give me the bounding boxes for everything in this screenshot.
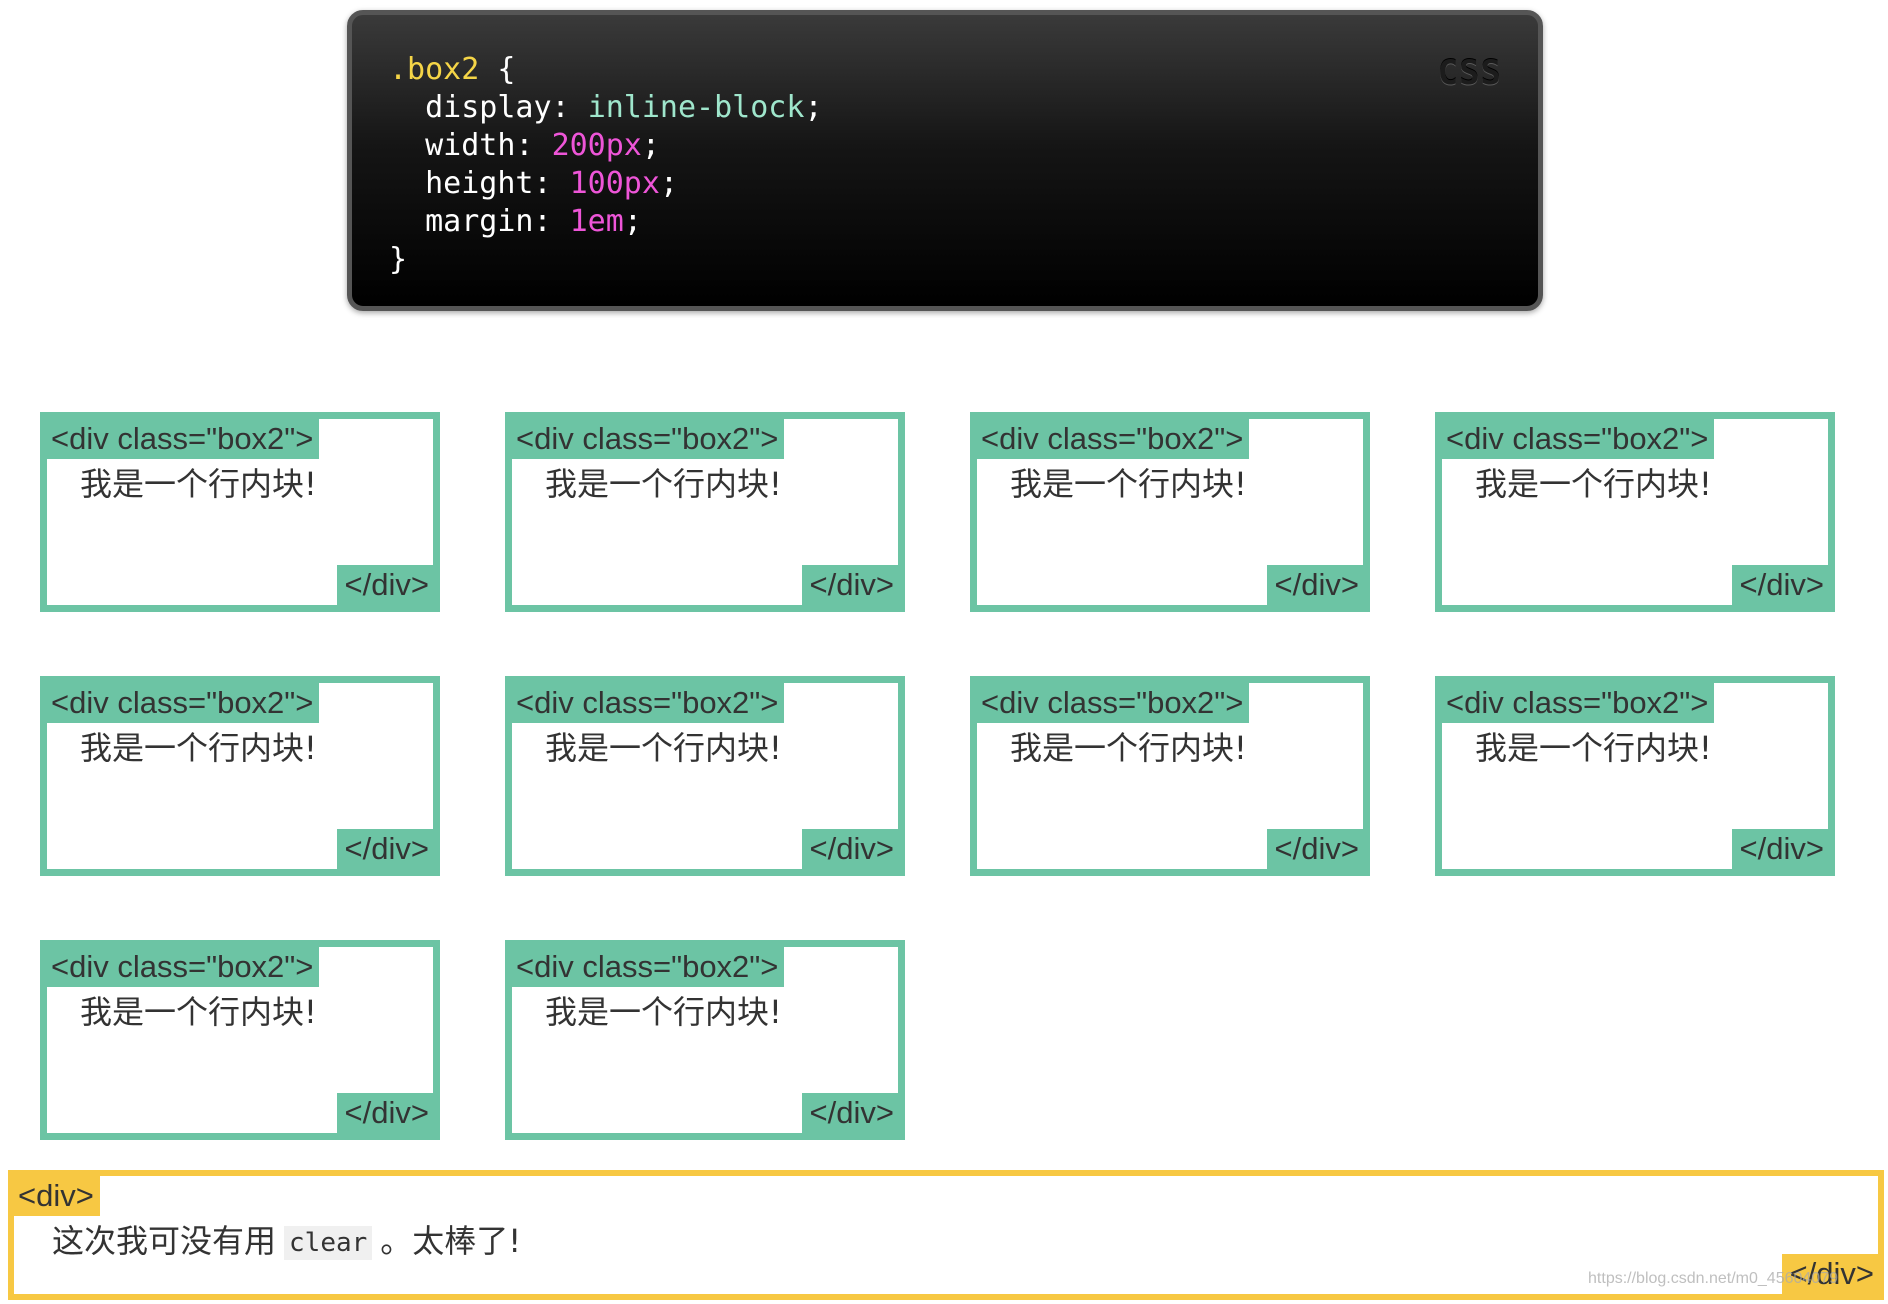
box-text: 我是一个行内块! [80,993,317,1031]
code-token-number: 100px [569,166,660,201]
box-open-tag: <div class="box2"> [47,683,320,723]
code-token-number: 1em [569,204,624,239]
box2-div: <div class="box2"> 我是一个行内块! </div> [505,940,905,1140]
watermark: https://blog.csdn.net/m0_45604079 [1588,1270,1838,1287]
code-token-plain: ; [623,204,642,239]
wrapper-text-after: 。太棒了! [380,1222,522,1260]
box-open-tag: <div class="box2"> [512,419,785,459]
code-line: display: inline-block; [389,89,823,127]
code-token-plain: width: [389,128,552,163]
box2-div: <div class="box2"> 我是一个行内块! </div> [970,412,1370,612]
box-open-tag: <div class="box2"> [977,683,1250,723]
box2-div: <div class="box2"> 我是一个行内块! </div> [505,412,905,612]
box-open-tag: <div class="box2"> [512,947,785,987]
wrapper-text-before: 这次我可没有用 [52,1222,277,1260]
code-token-plain: height: [389,166,570,201]
box2-div: <div class="box2"> 我是一个行内块! </div> [970,676,1370,876]
box2-div: <div class="box2"> 我是一个行内块! </div> [1435,412,1835,612]
box-open-tag: <div class="box2"> [977,419,1250,459]
code-line: width: 200px; [389,127,823,165]
wrapper-div: <div> 这次我可没有用 clear 。太棒了! </div> https://b… [8,1170,1884,1300]
box2-div: <div class="box2"> 我是一个行内块! </div> [40,940,440,1140]
wrapper-text: 这次我可没有用 clear 。太棒了! [52,1216,521,1266]
code-line: .box2 { [389,51,823,89]
box2-div: <div class="box2"> 我是一个行内块! </div> [40,412,440,612]
box-text: 我是一个行内块! [545,729,782,767]
code-token-plain: ; [659,166,678,201]
box-close-tag: </div> [801,565,898,605]
box-close-tag: </div> [1266,565,1363,605]
box-text: 我是一个行内块! [1010,465,1247,503]
code-token-selector: .box2 [389,52,480,87]
box2-div: <div class="box2"> 我是一个行内块! </div> [40,676,440,876]
box-close-tag: </div> [801,1093,898,1133]
box-close-tag: </div> [1731,829,1828,869]
box-text: 我是一个行内块! [1010,729,1247,767]
inline-code-clear: clear [284,1226,373,1260]
code-token-number: 200px [551,128,642,163]
box-open-tag: <div class="box2"> [47,947,320,987]
box-text: 我是一个行内块! [545,993,782,1031]
box-text: 我是一个行内块! [1475,729,1712,767]
box2-div: <div class="box2"> 我是一个行内块! </div> [1435,676,1835,876]
code-token-value: inline-block [587,90,805,125]
box-text: 我是一个行内块! [80,729,317,767]
box-open-tag: <div class="box2"> [512,683,785,723]
box2-div: <div class="box2"> 我是一个行内块! </div> [505,676,905,876]
box-text: 我是一个行内块! [1475,465,1712,503]
box-close-tag: </div> [336,1093,433,1133]
box-close-tag: </div> [801,829,898,869]
code-token-plain: display: [389,90,588,125]
code-token-plain: { [479,52,516,87]
box-close-tag: </div> [1731,565,1828,605]
code-token-plain: ; [804,90,823,125]
box-open-tag: <div class="box2"> [1442,683,1715,723]
code-line: height: 100px; [389,165,823,203]
code-line: margin: 1em; [389,203,823,241]
box-open-tag: <div class="box2"> [1442,419,1715,459]
box-close-tag: </div> [1266,829,1363,869]
box-open-tag: <div class="box2"> [47,419,320,459]
code-token-plain: ; [641,128,660,163]
box-text: 我是一个行内块! [545,465,782,503]
box-close-tag: </div> [336,829,433,869]
box-text: 我是一个行内块! [80,465,317,503]
code-token-plain: margin: [389,204,570,239]
code-token-plain: } [389,242,408,277]
wrapper-open-tag: <div> [14,1176,100,1216]
box-close-tag: </div> [336,565,433,605]
code-content: .box2 { display: inline-block; width: 20… [389,51,823,279]
css-code-block: .box2 { display: inline-block; width: 20… [347,10,1543,311]
language-label: CSS [1437,53,1502,93]
code-line: } [389,241,823,279]
